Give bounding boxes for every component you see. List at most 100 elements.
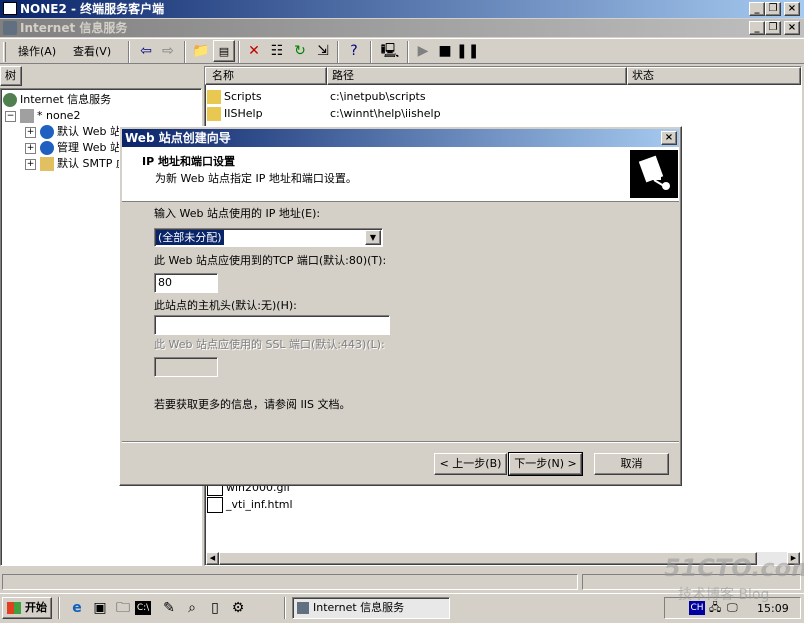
clock[interactable]: 15:09 [757, 602, 789, 616]
tree-root-label: Internet 信息服务 [20, 93, 112, 106]
pause-icon[interactable]: ❚❚ [456, 40, 479, 62]
cancel-button[interactable]: 取消 [594, 453, 669, 475]
gear-icon[interactable]: ⚙ [227, 597, 249, 619]
toolbar-separator [337, 41, 339, 63]
iis-icon [3, 21, 17, 35]
delete-icon[interactable]: ✕ [243, 40, 265, 62]
list-item[interactable]: Scripts [207, 88, 262, 105]
column-header-status[interactable]: 状态 [627, 67, 801, 85]
host-header-input[interactable] [154, 315, 390, 335]
tree-item-label: 默认 SMTP 虚 [57, 157, 127, 170]
computer-icon[interactable]: 🖳 [379, 40, 401, 62]
back-arrow-icon[interactable]: ⇦ [135, 40, 157, 62]
mail-icon [40, 157, 54, 171]
column-label: 路径 [332, 69, 354, 82]
expand-icon[interactable]: + [25, 126, 36, 138]
desktop-icon[interactable]: ▣ [89, 597, 111, 619]
tree-item-default-web[interactable]: + 默认 Web 站 [25, 124, 121, 140]
show-tree-icon[interactable]: ▤ [213, 40, 235, 62]
system-tray: CH 🖧 🖵 15:09 [664, 597, 801, 619]
cmd-icon[interactable]: C:\ [135, 601, 151, 615]
scroll-left-button[interactable]: ◀ [206, 552, 219, 565]
taskbar-separator [284, 597, 286, 619]
input-method-icon[interactable]: CH [689, 601, 705, 615]
mmc-minimize-button[interactable]: _ [749, 21, 765, 35]
ip-label: 输入 Web 站点使用的 IP 地址(E): [154, 207, 321, 220]
tree-item-label: 默认 Web 站 [57, 125, 121, 138]
wizard-header-title: IP 地址和端口设置 [142, 155, 235, 168]
start-label: 开始 [25, 601, 47, 614]
next-button[interactable]: 下一步(N) > [508, 452, 583, 476]
network-icon[interactable]: 🖧 [709, 601, 723, 615]
tcp-port-value: 80 [158, 276, 172, 289]
mmc-close-button[interactable]: × [784, 21, 800, 35]
tree-server[interactable]: − * none2 [5, 108, 80, 124]
mmc-title: Internet 信息服务 [20, 21, 128, 35]
tree-item-smtp[interactable]: + 默认 SMTP 虚 [25, 156, 127, 172]
outer-minimize-button[interactable]: _ [749, 2, 765, 16]
ip-select-value: (全部未分配) [156, 230, 224, 245]
chevron-down-icon[interactable]: ▼ [365, 230, 381, 245]
column-header-path[interactable]: 路径 [327, 67, 627, 85]
tcp-port-input[interactable]: 80 [154, 273, 218, 293]
tcp-port-label: 此 Web 站点应使用到的TCP 端口(默认:80)(T): [154, 254, 387, 267]
list-item[interactable]: IISHelp [207, 105, 263, 122]
toolbar-separator [407, 41, 409, 63]
menu-view[interactable]: 查看(V) [73, 45, 111, 59]
explorer-icon[interactable]: 🗀 [112, 597, 134, 619]
scroll-thumb[interactable] [219, 552, 757, 565]
wizard-close-button[interactable]: × [661, 131, 677, 145]
monitor-icon[interactable]: 🖵 [727, 601, 741, 615]
folder-icon [207, 90, 221, 104]
wizard-header-subtitle: 为新 Web 站点指定 IP 地址和端口设置。 [155, 172, 357, 185]
mmc-restore-button[interactable]: ❐ [765, 21, 781, 35]
play-icon[interactable]: ▶ [412, 40, 434, 62]
ie-icon[interactable]: e [66, 597, 88, 619]
info-text: 若要获取更多的信息，请参阅 IIS 文档。 [154, 398, 351, 411]
collapse-icon[interactable]: − [5, 110, 16, 122]
host-header-label: 此站点的主机头(默认:无)(H): [154, 299, 297, 312]
outer-titlebar: NONE2 - 终端服务客户端 [0, 0, 804, 18]
tree-item-label: 管理 Web 站 [57, 141, 121, 154]
start-button[interactable]: 开始 [2, 597, 52, 619]
stop-icon[interactable]: ■ [434, 40, 456, 62]
list-item-name: _vti_inf.html [226, 498, 293, 511]
toolbar-separator [128, 41, 130, 63]
mmc-titlebar: Internet 信息服务 [0, 19, 804, 37]
list-item[interactable]: _vti_inf.html [207, 496, 293, 513]
menu-action[interactable]: 操作(A) [18, 45, 56, 59]
properties-icon[interactable]: ☷ [266, 40, 288, 62]
status-bar [0, 572, 804, 591]
wizard-titlebar: Web 站点创建向导 [122, 129, 679, 147]
list-item-path: c:\inetpub\scripts [330, 90, 426, 103]
expand-icon[interactable]: + [25, 158, 36, 170]
scroll-right-button[interactable]: ▶ [787, 552, 800, 565]
tree-root[interactable]: Internet 信息服务 [3, 92, 111, 108]
toolbar-separator [370, 41, 372, 63]
search-icon[interactable]: ⌕ [181, 597, 203, 619]
back-button[interactable]: < 上一步(B) [434, 453, 507, 475]
expand-icon[interactable]: + [25, 142, 36, 154]
toolbar-separator [238, 41, 240, 63]
iis-icon [297, 602, 309, 614]
tree-item-admin-web[interactable]: + 管理 Web 站 [25, 140, 121, 156]
file-icon [207, 497, 223, 513]
document-icon[interactable]: ▯ [204, 597, 226, 619]
notepad-icon[interactable]: ✎ [158, 597, 180, 619]
list-item-name: IISHelp [224, 107, 263, 120]
forward-arrow-icon[interactable]: ⇨ [157, 40, 179, 62]
globe-icon [40, 141, 54, 155]
column-header-name[interactable]: 名称 [205, 67, 327, 85]
computer-icon [20, 109, 34, 123]
export-list-icon[interactable]: ⇲ [312, 40, 334, 62]
outer-restore-button[interactable]: ❐ [765, 2, 781, 16]
help-icon[interactable]: ? [343, 40, 365, 62]
refresh-icon[interactable]: ↻ [289, 40, 311, 62]
ip-select[interactable]: (全部未分配) ▼ [154, 228, 383, 247]
outer-close-button[interactable]: × [784, 2, 800, 16]
up-folder-icon[interactable]: 📁 [190, 40, 212, 62]
horizontal-scrollbar[interactable]: ◀ ▶ [206, 552, 800, 565]
taskbar-separator [58, 597, 60, 619]
taskbar-task-iis[interactable]: Internet 信息服务 [292, 597, 450, 619]
tree-header: 树 [0, 66, 22, 86]
